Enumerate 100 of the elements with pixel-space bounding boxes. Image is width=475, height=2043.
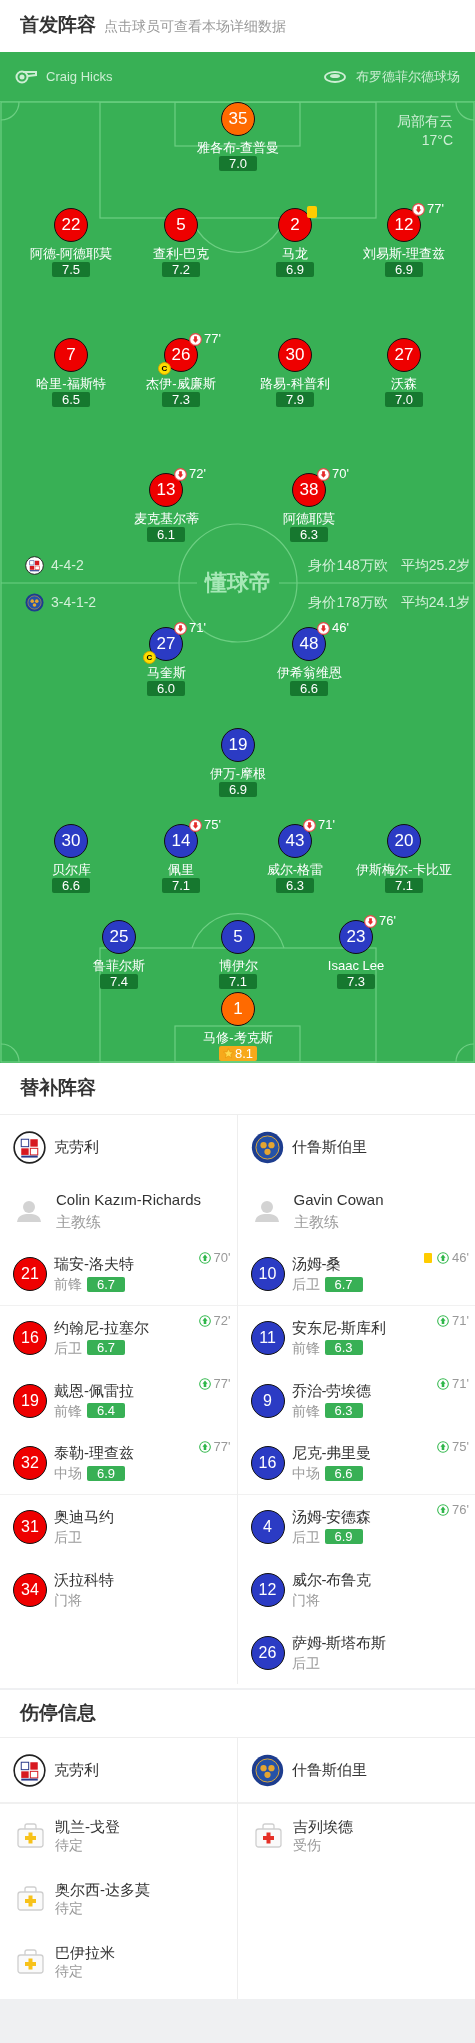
club-crest-icon [25,592,44,612]
substitute-row[interactable]: 19 戴恩-佩雷拉 前锋 6.4 77' [0,1369,237,1432]
player-position: 前锋 [291,1338,320,1358]
substitution-time: 70' [213,1251,231,1265]
shirt-number[interactable]: 13 [149,473,183,507]
player-name: 巴伊拉米 [55,1943,115,1962]
substitute-row[interactable]: 34 沃拉科特 门将 [0,1558,237,1621]
shirt-number: 12 [250,1572,285,1607]
substitution-time: 71' [189,621,206,635]
shirt-number[interactable]: 5 [164,208,198,242]
player-rating: 7.0 [385,392,423,407]
shirt-number[interactable]: 14 [164,824,198,858]
player-rating: 6.6 [52,878,90,893]
player-name: 乔治-劳埃德 [291,1380,372,1401]
player-position: 后卫 [54,1527,82,1547]
substitute-row[interactable]: 11 安东尼-斯库利 前锋 6.3 71' [237,1306,475,1369]
player-rating: 6.3 [290,527,328,542]
player-name: 沃森 [391,375,417,392]
player-name: 马修-考克斯 [203,1029,273,1046]
substitute-row[interactable]: 16 尼克-弗里曼 中场 6.6 75' [237,1432,475,1495]
injury-status: 待定 [55,1898,84,1917]
substitute-row[interactable]: 21 瑞安-洛夫特 前锋 6.7 70' [0,1243,237,1306]
shirt-number[interactable]: 23 [339,920,373,954]
substitution-out-icon [189,818,202,832]
shirt-number[interactable]: 43 [278,824,312,858]
shirt-number[interactable]: 27 [387,338,421,372]
player-name: 麦克基尔蒂 [133,510,199,527]
coach-avatar-icon [253,1199,280,1223]
stadium-icon [324,70,346,83]
shirt-number[interactable]: 2 [278,208,312,242]
substitution-time: 72' [213,1314,231,1328]
player-name: Isaac Lee [327,957,385,974]
player-rating: 6.1 [147,527,185,542]
player-name: 戴恩-佩雷拉 [54,1380,134,1401]
substitute-row[interactable]: 26 萨姆-斯塔布斯 后卫 [237,1621,475,1684]
substitute-row[interactable]: 32 泰勒-理查兹 中场 6.9 77' [0,1432,237,1495]
substitute-row[interactable]: 12 威尔-布鲁克 门将 [237,1558,475,1621]
market-value: 身价178万欧 [308,592,388,612]
player-rating: 6.9 [87,1465,125,1481]
substitute-row[interactable]: 31 奥迪马约 后卫 [0,1495,237,1558]
stadium-name: 布罗德菲尔德球场 [356,67,460,86]
substitution-in-icon [437,1315,450,1327]
substitution-in-icon [198,1252,211,1264]
player-rating: 8.1 [219,1046,257,1061]
player-rating: 6.5 [52,392,90,407]
player-name: 刘易斯-理查兹 [362,245,446,262]
whistle-icon [15,69,37,84]
player-position: 后卫 [291,1653,320,1673]
substitution-out-icon [174,467,187,481]
player-position: 门将 [291,1590,320,1610]
player-name: 安东尼-斯库利 [291,1317,387,1338]
shirt-number[interactable]: 12 [387,208,421,242]
shirt-number[interactable]: 30 [278,338,312,372]
substitution-time: 71' [452,1377,469,1391]
shirt-number: 19 [13,1383,47,1418]
substitution-in-icon [437,1504,450,1516]
shirt-number[interactable]: 7 [54,338,88,372]
club-crest-icon [13,1130,46,1164]
player-name: 阿德-阿德耶莫 [29,245,113,262]
player-name: 马龙 [282,245,308,262]
shirt-number[interactable]: 38 [292,473,326,507]
shirt-number[interactable]: 25 [102,920,136,954]
player-name: 哈里-福斯特 [36,375,106,392]
player-rating: 6.7 [324,1276,363,1292]
player-rating: 7.4 [100,974,138,989]
shirt-number[interactable]: 20 [387,824,421,858]
player-position: 前锋 [54,1275,82,1294]
player-name: 阿德耶莫 [283,510,335,527]
shirt-number[interactable]: 5 [221,920,255,954]
player-rating: 6.9 [324,1529,363,1544]
average-age: 平均25.2岁 [400,555,470,575]
player-name: 杰伊-威廉斯 [146,375,216,392]
section-hint: 点击球员可查看本场详细数据 [104,17,286,36]
pitch-logo: 懂球帝 [197,569,279,597]
shirt-number[interactable]: 19 [221,728,255,762]
player-position: 中场 [291,1464,320,1483]
team-name: 克劳利 [54,1759,99,1780]
player-rating: 6.4 [87,1403,125,1418]
shirt-number[interactable]: 48 [292,627,326,661]
substitution-in-icon [198,1378,211,1390]
substitute-row[interactable]: 10 汤姆-桑 后卫 6.7 46' [237,1243,475,1306]
shirt-number: 31 [13,1509,47,1544]
player-position: 后卫 [291,1275,320,1294]
average-age: 平均24.1岁 [400,592,470,612]
substitute-row[interactable]: 16 约翰尼-拉塞尔 后卫 6.7 72' [0,1306,237,1369]
shirt-number: 21 [13,1257,47,1291]
shirt-number[interactable]: 22 [54,208,88,242]
substitute-row[interactable]: 4 汤姆-安德森 后卫 6.9 76' [237,1495,475,1558]
injury-status: 待定 [55,1961,84,1980]
player-name: 凯兰-戈登 [55,1817,120,1836]
section-title: 首发阵容 [20,14,96,36]
substitution-out-icon [317,467,330,481]
weather: 局部有云 [397,112,453,131]
shirt-number[interactable]: 30 [54,824,88,858]
substitute-row[interactable]: 9 乔治-劳埃德 前锋 6.3 71' [237,1369,475,1432]
player-rating: 7.2 [162,262,200,277]
player-rating: 6.3 [324,1340,363,1355]
substitution-time: 77' [204,332,221,346]
substitution-in-icon [437,1378,450,1390]
player-rating: 7.5 [52,262,90,277]
